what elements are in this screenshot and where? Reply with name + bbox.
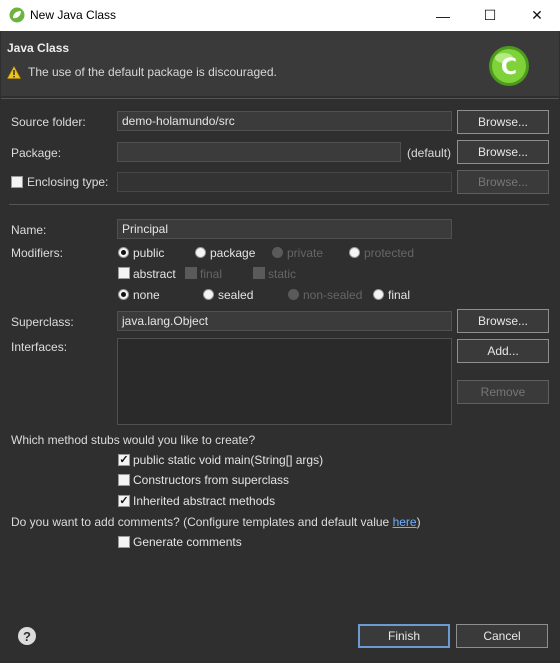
- section-divider: [9, 204, 549, 205]
- source-folder-browse-button[interactable]: Browse...: [457, 110, 549, 134]
- superclass-browse-button[interactable]: Browse...: [457, 309, 549, 333]
- source-folder-label: Source folder:: [11, 115, 86, 129]
- package-default-label: (default): [407, 146, 452, 160]
- title-bar: New Java Class — ☐ ✕: [0, 0, 560, 31]
- help-icon[interactable]: ?: [18, 627, 36, 645]
- name-label: Name:: [11, 223, 47, 237]
- modifier-private-radio[interactable]: [272, 247, 283, 258]
- package-browse-button[interactable]: Browse...: [457, 140, 549, 164]
- method-stubs-question: Which method stubs would you like to cre…: [11, 433, 256, 447]
- enclosing-type-browse-button[interactable]: Browse...: [457, 170, 549, 194]
- modifiers-label: Modifiers:: [11, 246, 64, 260]
- spring-leaf-icon: [9, 7, 25, 23]
- package-input[interactable]: [117, 142, 401, 162]
- generate-comments-label: Generate comments: [133, 535, 242, 549]
- remove-interface-button[interactable]: Remove: [457, 380, 549, 404]
- enclosing-type-label: Enclosing type:: [27, 175, 109, 189]
- modifier-package-label: package: [210, 246, 256, 260]
- modifier-protected-radio[interactable]: [349, 247, 360, 258]
- modifier-package-radio[interactable]: [195, 247, 206, 258]
- generate-comments-checkbox[interactable]: [118, 536, 130, 548]
- modifier-protected-label: protected: [364, 246, 415, 260]
- window-title: New Java Class: [30, 8, 117, 22]
- finish-button[interactable]: Finish: [358, 624, 450, 648]
- modifier-public-radio[interactable]: [118, 247, 129, 258]
- superclass-label: Superclass:: [11, 315, 74, 329]
- modifier-static-label: static: [268, 267, 297, 281]
- sealing-final-label: final: [388, 288, 411, 302]
- configure-templates-link[interactable]: here: [393, 515, 417, 529]
- close-button[interactable]: ✕: [514, 0, 560, 31]
- package-label: Package:: [11, 146, 62, 160]
- sealing-none-label: none: [133, 288, 160, 302]
- stub-main-label: public static void main(String[] args): [133, 453, 324, 467]
- modifier-public-label: public: [133, 246, 165, 260]
- sealing-non-sealed-radio[interactable]: [288, 289, 299, 300]
- enclosing-type-input[interactable]: [117, 172, 452, 192]
- warning-message: The use of the default package is discou…: [28, 65, 277, 79]
- source-folder-input[interactable]: demo-holamundo/src: [117, 111, 452, 131]
- sealing-sealed-radio[interactable]: [203, 289, 214, 300]
- comments-question-text: Do you want to add comments? (Configure …: [11, 515, 393, 529]
- modifier-static-checkbox[interactable]: [253, 267, 265, 279]
- add-interface-button[interactable]: Add...: [457, 339, 549, 363]
- name-input[interactable]: Principal: [117, 219, 452, 239]
- stub-constructors-label: Constructors from superclass: [133, 473, 290, 487]
- modifier-abstract-checkbox[interactable]: [118, 267, 130, 279]
- modifier-final-label: final: [200, 267, 223, 281]
- wizard-icon-letter: C: [501, 55, 517, 80]
- stub-inherited-label: Inherited abstract methods: [133, 494, 276, 508]
- sealing-final-radio[interactable]: [373, 289, 384, 300]
- page-title: Java Class: [7, 41, 70, 55]
- stub-main-checkbox[interactable]: ✓: [118, 454, 130, 466]
- stub-constructors-checkbox[interactable]: [118, 474, 130, 486]
- minimize-button[interactable]: —: [420, 0, 466, 31]
- warning-icon: [7, 66, 21, 79]
- cancel-button[interactable]: Cancel: [456, 624, 548, 648]
- comments-question: Do you want to add comments? (Configure …: [11, 515, 421, 529]
- modifier-final-checkbox[interactable]: [185, 267, 197, 279]
- stub-inherited-checkbox[interactable]: ✓: [118, 495, 130, 507]
- sealing-non-sealed-label: non-sealed: [303, 288, 363, 302]
- interfaces-label: Interfaces:: [11, 340, 68, 354]
- interfaces-list[interactable]: [117, 338, 452, 425]
- comments-question-end: ): [416, 515, 421, 529]
- modifier-private-label: private: [287, 246, 324, 260]
- new-class-icon: C: [489, 46, 529, 86]
- sealing-none-radio[interactable]: [118, 289, 129, 300]
- wizard-banner: [1, 31, 559, 96]
- maximize-button[interactable]: ☐: [467, 0, 513, 31]
- enclosing-type-checkbox[interactable]: [11, 176, 23, 188]
- modifier-abstract-label: abstract: [133, 267, 176, 281]
- banner-divider: [1, 98, 559, 99]
- sealing-sealed-label: sealed: [218, 288, 254, 302]
- superclass-input[interactable]: java.lang.Object: [117, 311, 452, 331]
